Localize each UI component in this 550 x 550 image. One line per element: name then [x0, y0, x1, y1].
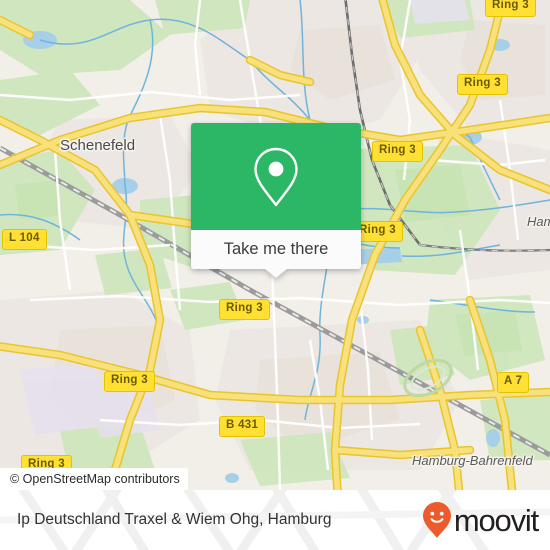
page-title: Ip Deutschland Traxel & Wiem Ohg, Hambur… — [17, 511, 332, 529]
moovit-logo[interactable]: moovit — [422, 501, 539, 539]
moovit-pin-icon — [422, 502, 451, 538]
road-shield[interactable]: Ring 3 — [219, 299, 270, 320]
map-attribution[interactable]: © OpenStreetMap contributors — [0, 468, 188, 490]
place-label-hamburg-bahrenfeld: Hamburg-Bahrenfeld — [412, 453, 533, 468]
road-shield[interactable]: Ring 3 — [104, 371, 155, 392]
map-pin-icon — [254, 147, 298, 206]
footer-bar: Ip Deutschland Traxel & Wiem Ohg, Hambur… — [0, 490, 550, 550]
road-shield[interactable]: Ring 3 — [485, 0, 536, 17]
callout-icon-area — [191, 123, 361, 230]
road-shield[interactable]: Ring 3 — [372, 141, 423, 162]
road-shield[interactable]: Ring 3 — [457, 74, 508, 95]
take-me-there-label: Take me there — [223, 240, 329, 259]
attribution-text: © OpenStreetMap contributors — [10, 471, 180, 486]
moovit-wordmark: moovit — [453, 502, 539, 538]
callout-tail — [265, 269, 287, 278]
road-shield[interactable]: A 7 — [497, 372, 530, 393]
place-label-schenefeld: Schenefeld — [60, 137, 136, 154]
road-shield[interactable]: L 104 — [2, 229, 47, 250]
map-page: Ring 3 Ring 3 Ring 3 Ring 3 Ring 3 Ring … — [0, 0, 550, 550]
map-canvas[interactable]: Ring 3 Ring 3 Ring 3 Ring 3 Ring 3 Ring … — [0, 0, 550, 490]
location-callout-card[interactable]: Take me there — [191, 123, 361, 278]
road-shield[interactable]: B 431 — [219, 416, 266, 437]
place-label-hamburg-clipped: Ham — [527, 214, 550, 229]
callout-action-area[interactable]: Take me there — [191, 230, 361, 269]
